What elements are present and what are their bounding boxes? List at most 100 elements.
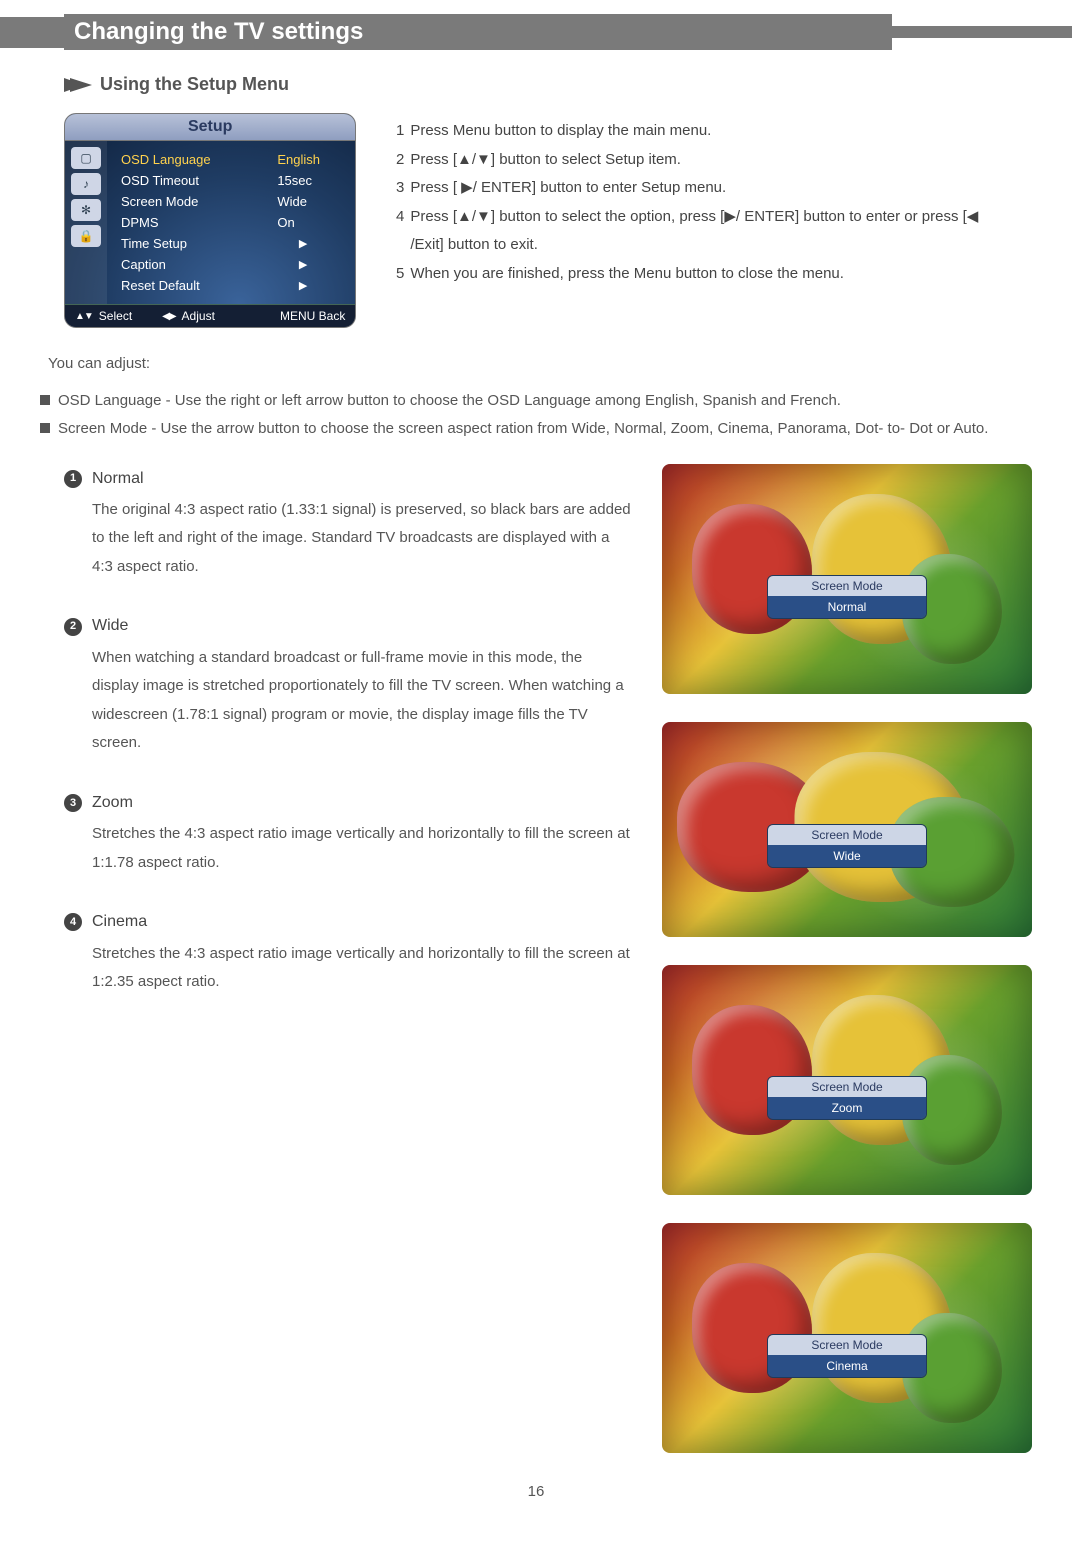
instructions-list: 1Press Menu button to display the main m… bbox=[386, 117, 1008, 288]
osd-footer-back-label: MENU Back bbox=[280, 309, 345, 323]
osd-item-dpms[interactable]: DPMS On bbox=[121, 212, 347, 233]
osd-item-label: OSD Language bbox=[121, 152, 277, 167]
page-title: Changing the TV settings bbox=[64, 14, 892, 50]
mode-wide: 2 Wide When watching a standard broadcas… bbox=[64, 611, 632, 757]
osd-item-value: On bbox=[277, 215, 347, 230]
mode-number-badge: 1 bbox=[64, 470, 82, 488]
osd-footer: ▲▼ Select ◀▶ Adjust MENU Back bbox=[65, 304, 355, 327]
screenshot-normal: Screen Mode Normal bbox=[662, 464, 1032, 694]
instruction-number: 1 bbox=[386, 117, 404, 146]
instruction-row: 2Press [▲/▼] button to select Setup item… bbox=[386, 146, 1008, 175]
adjust-item: OSD Language - Use the right or left arr… bbox=[40, 387, 1032, 416]
mode-number-badge: 4 bbox=[64, 913, 82, 931]
mode-number-badge: 3 bbox=[64, 794, 82, 812]
mode-title: Normal bbox=[92, 464, 144, 494]
title-bar-tail bbox=[892, 26, 1072, 38]
mode-body: The original 4:3 aspect ratio (1.33:1 si… bbox=[92, 496, 632, 582]
mode-body: When watching a standard broadcast or fu… bbox=[92, 644, 632, 758]
osd-item-label: Caption bbox=[121, 257, 299, 272]
mode-zoom: 3 Zoom Stretches the 4:3 aspect ratio im… bbox=[64, 788, 632, 877]
bullet-square-icon bbox=[40, 423, 50, 433]
instruction-text: When you are finished, press the Menu bu… bbox=[410, 260, 1008, 289]
instruction-text: Press [ ▶/ ENTER] button to enter Setup … bbox=[410, 174, 1008, 203]
mode-cinema: 4 Cinema Stretches the 4:3 aspect ratio … bbox=[64, 907, 632, 996]
title-bar-stub bbox=[0, 17, 64, 48]
osd-footer-adjust-label: Adjust bbox=[182, 309, 215, 323]
screenshot-cinema: Screen Mode Cinema bbox=[662, 1223, 1032, 1453]
osd-item-label: OSD Timeout bbox=[121, 173, 277, 188]
osd-item-value: English bbox=[277, 152, 347, 167]
osd-item-value: 15sec bbox=[277, 173, 347, 188]
screenshot-column: Screen Mode Normal Screen Mode Wide Scre… bbox=[662, 464, 1032, 1453]
section-title: Using the Setup Menu bbox=[100, 74, 289, 95]
mode-normal: 1 Normal The original 4:3 aspect ratio (… bbox=[64, 464, 632, 582]
osd-item-caption[interactable]: Caption ▶ bbox=[121, 254, 347, 275]
instruction-number: 2 bbox=[386, 146, 404, 175]
instruction-row: 3Press [ ▶/ ENTER] button to enter Setup… bbox=[386, 174, 1008, 203]
left-right-icon: ◀▶ bbox=[162, 311, 175, 322]
osd-sidebar-icons: ▢ ♪ ✻ 🔒 bbox=[65, 141, 107, 304]
mode-number-badge: 2 bbox=[64, 618, 82, 636]
popup-value: Wide bbox=[768, 845, 926, 867]
bullet-square-icon bbox=[40, 395, 50, 405]
adjust-item-text: Screen Mode - Use the arrow button to ch… bbox=[58, 415, 1032, 444]
instruction-row: 4Press [▲/▼] button to select the option… bbox=[386, 203, 1008, 260]
popup-label: Screen Mode bbox=[768, 1077, 926, 1097]
adjust-intro: You can adjust: bbox=[48, 350, 1032, 379]
osd-item-reset-default[interactable]: Reset Default ▶ bbox=[121, 275, 347, 296]
osd-item-arrow-icon: ▶ bbox=[299, 279, 347, 292]
adjust-item: Screen Mode - Use the arrow button to ch… bbox=[40, 415, 1032, 444]
instruction-number: 5 bbox=[386, 260, 404, 289]
osd-item-label: Reset Default bbox=[121, 278, 299, 293]
popup-value: Zoom bbox=[768, 1097, 926, 1119]
screenshot-zoom: Screen Mode Zoom bbox=[662, 965, 1032, 1195]
osd-icon-picture: ▢ bbox=[71, 147, 101, 169]
screen-mode-descriptions: 1 Normal The original 4:3 aspect ratio (… bbox=[64, 464, 632, 1453]
instruction-text: Press [▲/▼] button to select Setup item. bbox=[410, 146, 1008, 175]
osd-item-label: Screen Mode bbox=[121, 194, 277, 209]
instruction-number: 4 bbox=[386, 203, 404, 260]
instruction-number: 3 bbox=[386, 174, 404, 203]
instruction-row: 5When you are finished, press the Menu b… bbox=[386, 260, 1008, 289]
osd-item-label: DPMS bbox=[121, 215, 277, 230]
section-arrow-icon bbox=[64, 78, 92, 92]
mode-title: Cinema bbox=[92, 907, 147, 937]
popup-label: Screen Mode bbox=[768, 1335, 926, 1355]
adjust-section: You can adjust: OSD Language - Use the r… bbox=[40, 350, 1032, 444]
screenshot-wide: Screen Mode Wide bbox=[662, 722, 1032, 937]
osd-title: Setup bbox=[65, 114, 355, 141]
mode-title: Wide bbox=[92, 611, 128, 641]
osd-item-time-setup[interactable]: Time Setup ▶ bbox=[121, 233, 347, 254]
instruction-row: 1Press Menu button to display the main m… bbox=[386, 117, 1008, 146]
popup-value: Cinema bbox=[768, 1355, 926, 1377]
osd-item-arrow-icon: ▶ bbox=[299, 237, 347, 250]
adjust-item-text: OSD Language - Use the right or left arr… bbox=[58, 387, 1032, 416]
osd-menu-list: OSD Language English OSD Timeout 15sec S… bbox=[107, 141, 355, 304]
popup-value: Normal bbox=[768, 596, 926, 618]
instruction-text: Press [▲/▼] button to select the option,… bbox=[410, 203, 1008, 260]
osd-item-arrow-icon: ▶ bbox=[299, 258, 347, 271]
osd-setup-panel: Setup ▢ ♪ ✻ 🔒 OSD Language English OSD T… bbox=[64, 113, 356, 328]
osd-item-label: Time Setup bbox=[121, 236, 299, 251]
up-down-icon: ▲▼ bbox=[75, 311, 93, 322]
screenshot-popup: Screen Mode Zoom bbox=[767, 1076, 927, 1120]
screenshot-popup: Screen Mode Cinema bbox=[767, 1334, 927, 1378]
instruction-text: Press Menu button to display the main me… bbox=[410, 117, 1008, 146]
mode-body: Stretches the 4:3 aspect ratio image ver… bbox=[92, 820, 632, 877]
page-number: 16 bbox=[0, 1483, 1072, 1500]
osd-item-osd-language[interactable]: OSD Language English bbox=[121, 149, 347, 170]
section-heading: Using the Setup Menu bbox=[64, 74, 1008, 95]
osd-icon-tools: ✻ bbox=[71, 199, 101, 221]
mode-body: Stretches the 4:3 aspect ratio image ver… bbox=[92, 940, 632, 997]
osd-icon-sound: ♪ bbox=[71, 173, 101, 195]
osd-icon-lock: 🔒 bbox=[71, 225, 101, 247]
popup-label: Screen Mode bbox=[768, 825, 926, 845]
osd-item-osd-timeout[interactable]: OSD Timeout 15sec bbox=[121, 170, 347, 191]
osd-item-value: Wide bbox=[277, 194, 347, 209]
screenshot-popup: Screen Mode Normal bbox=[767, 575, 927, 619]
osd-item-screen-mode[interactable]: Screen Mode Wide bbox=[121, 191, 347, 212]
popup-label: Screen Mode bbox=[768, 576, 926, 596]
osd-footer-select-label: Select bbox=[99, 309, 132, 323]
title-bar: Changing the TV settings bbox=[0, 14, 1072, 50]
screenshot-popup: Screen Mode Wide bbox=[767, 824, 927, 868]
